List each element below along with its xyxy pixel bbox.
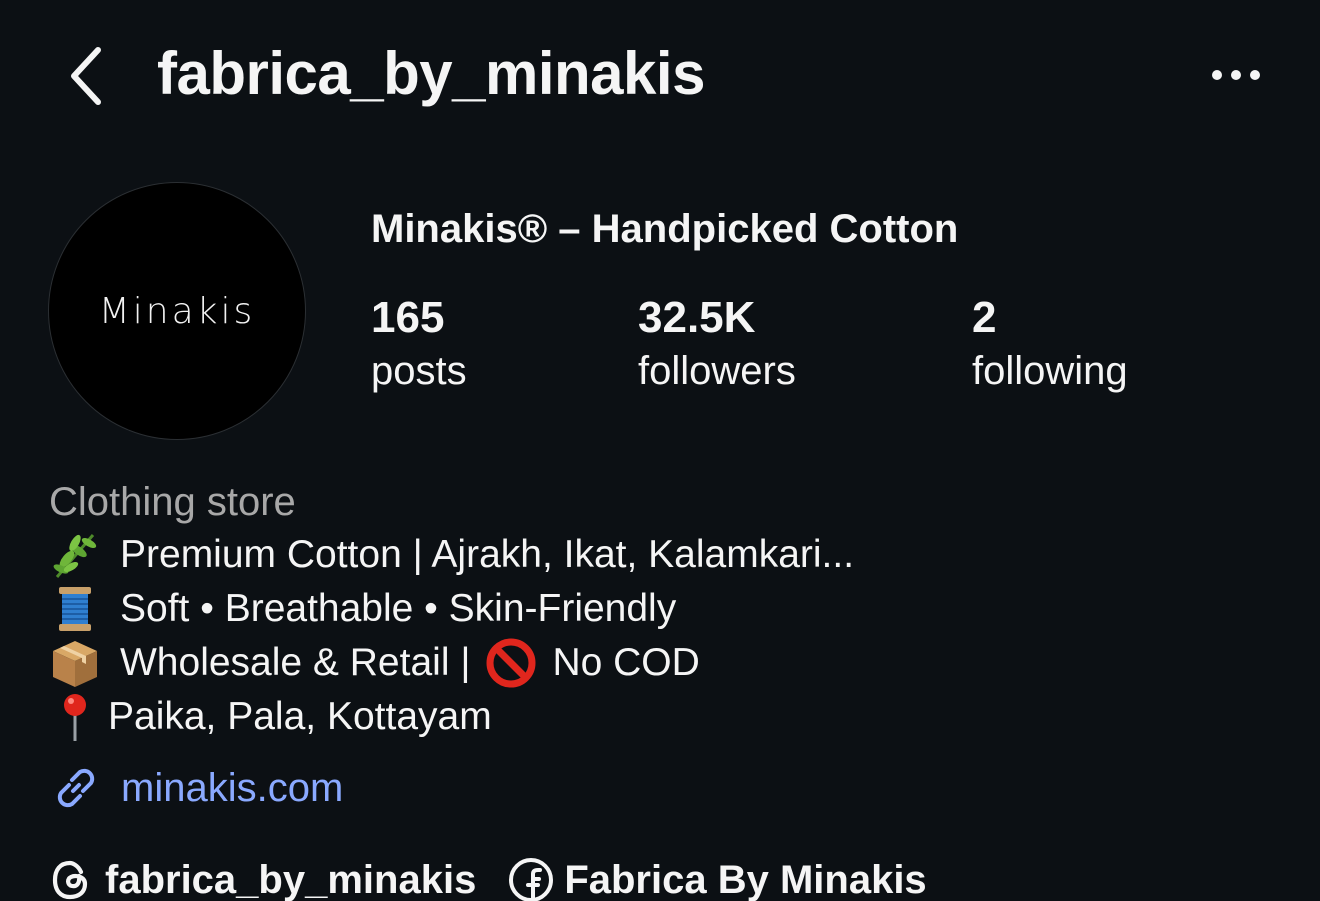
thread-spool-icon <box>49 582 105 636</box>
facebook-link[interactable]: Fabrica By Minakis <box>508 857 927 901</box>
avatar[interactable]: Minakis <box>48 182 306 440</box>
bio-line-2: Soft • Breathable • Skin-Friendly <box>120 587 677 630</box>
bio-line-3b: No COD <box>552 641 700 684</box>
location-pin-icon <box>49 690 99 744</box>
followers-count: 32.5K <box>638 293 756 342</box>
header-username: fabrica_by_minakis <box>157 40 705 107</box>
threads-handle: fabrica_by_minakis <box>105 857 477 901</box>
followers-label: followers <box>638 349 796 393</box>
profile-page: fabrica_by_minakis Minakis Minakis® – Ha… <box>0 0 1320 901</box>
bio-line-4: Paika, Pala, Kottayam <box>108 695 492 738</box>
bio-line: Soft • Breathable • Skin-Friendly <box>49 582 854 636</box>
back-button[interactable] <box>56 40 116 112</box>
herb-icon <box>49 528 105 582</box>
threads-icon <box>49 857 95 901</box>
website-link-text[interactable]: minakis.com <box>121 766 343 811</box>
prohibited-icon <box>484 636 538 690</box>
following-count: 2 <box>972 293 997 342</box>
profile-display-name: Minakis® – Handpicked Cotton <box>371 207 959 251</box>
bio-line: Premium Cotton | Ajrakh, Ikat, Kalamkari… <box>49 528 854 582</box>
facebook-icon <box>508 857 554 901</box>
facebook-name: Fabrica By Minakis <box>564 857 927 901</box>
package-icon <box>49 636 105 690</box>
posts-label: posts <box>371 349 467 393</box>
more-dots-icon <box>1212 70 1260 80</box>
bio-line: Wholesale & Retail | No COD <box>49 636 854 690</box>
bio: Premium Cotton | Ajrakh, Ikat, Kalamkari… <box>49 528 854 744</box>
more-options-button[interactable] <box>1200 50 1272 100</box>
website-link[interactable]: minakis.com <box>49 758 343 818</box>
threads-link[interactable]: fabrica_by_minakis <box>49 857 476 901</box>
stat-following[interactable]: 2 following <box>972 292 1128 398</box>
posts-count: 165 <box>371 293 445 342</box>
following-label: following <box>972 349 1128 393</box>
stat-posts[interactable]: 165 posts <box>371 292 467 398</box>
chevron-left-icon <box>71 47 101 105</box>
social-links: fabrica_by_minakis Fabrica By Minakis <box>49 850 927 901</box>
stat-followers[interactable]: 32.5K followers <box>638 292 796 398</box>
profile-category: Clothing store <box>49 480 296 524</box>
bio-line-1: Premium Cotton | Ajrakh, Ikat, Kalamkari… <box>120 533 855 576</box>
link-icon <box>49 761 103 815</box>
bio-line: Paika, Pala, Kottayam <box>49 690 854 744</box>
avatar-logo: Minakis <box>98 290 256 332</box>
bio-line-3a: Wholesale & Retail | <box>120 641 471 684</box>
